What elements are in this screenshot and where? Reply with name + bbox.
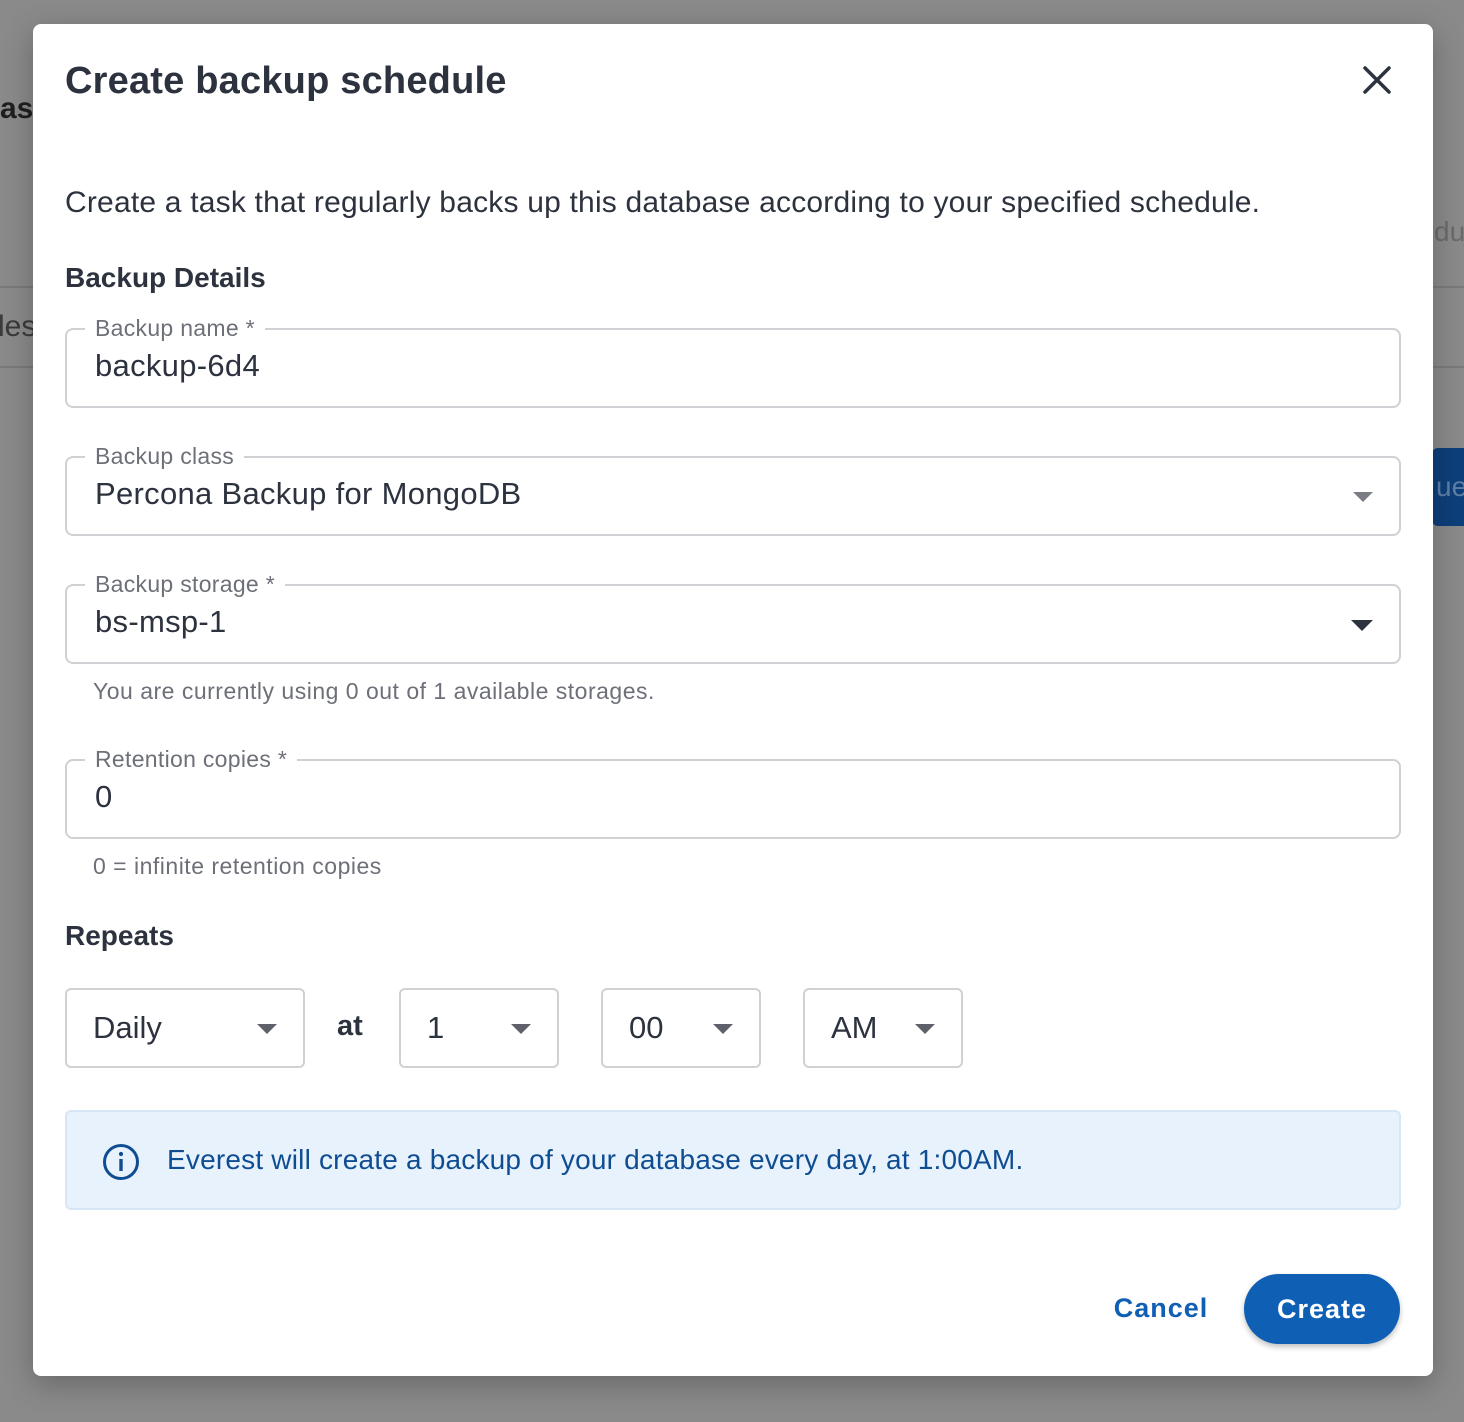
dialog-description: Create a task that regularly backs up th… <box>65 186 1261 219</box>
backup-storage-select[interactable]: Backup storage * bs-msp-1 <box>65 570 1401 664</box>
create-backup-schedule-dialog: Create backup schedule Create a task tha… <box>33 24 1433 1376</box>
frequency-value: Daily <box>93 1010 162 1045</box>
ampm-select[interactable]: AM <box>803 988 963 1068</box>
backup-class-select[interactable]: Backup class Percona Backup for MongoDB <box>65 442 1401 536</box>
chevron-down-icon <box>713 1024 733 1034</box>
backup-class-label: Backup class <box>85 442 245 470</box>
close-icon <box>1363 66 1391 94</box>
chevron-down-icon <box>915 1024 935 1034</box>
hour-select[interactable]: 1 <box>399 988 559 1068</box>
cancel-button[interactable]: Cancel <box>1097 1276 1225 1340</box>
chevron-down-icon <box>257 1024 277 1034</box>
retention-copies-helper-text: 0 = infinite retention copies <box>93 853 382 879</box>
retention-copies-field[interactable]: Retention copies * 0 <box>65 745 1401 839</box>
backup-name-value[interactable]: backup-6d4 <box>95 348 260 384</box>
backup-storage-label: Backup storage * <box>85 570 285 598</box>
retention-copies-label: Retention copies * <box>85 745 298 773</box>
backup-name-field[interactable]: Backup name * backup-6d4 <box>65 314 1401 408</box>
chevron-down-icon <box>1351 620 1373 631</box>
close-button[interactable] <box>1357 60 1397 100</box>
background-text-fragment: dul <box>1434 216 1464 247</box>
at-label: at <box>337 1010 363 1042</box>
background-heading-fragment: as <box>0 92 34 125</box>
frequency-select[interactable]: Daily <box>65 988 305 1068</box>
background-tab-fragment: les <box>0 310 37 343</box>
create-button[interactable]: Create <box>1244 1274 1400 1344</box>
ampm-value: AM <box>831 1010 878 1045</box>
info-icon <box>103 1144 139 1180</box>
retention-copies-value[interactable]: 0 <box>95 779 113 815</box>
info-message: Everest will create a backup of your dat… <box>167 1144 1024 1175</box>
dialog-title: Create backup schedule <box>65 60 507 102</box>
schedule-info-alert: Everest will create a backup of your dat… <box>65 1110 1401 1210</box>
chevron-down-icon <box>1353 492 1373 502</box>
section-heading-repeats: Repeats <box>65 920 174 951</box>
backup-class-value: Percona Backup for MongoDB <box>95 476 522 511</box>
minute-value: 00 <box>629 1010 664 1045</box>
background-button-fragment: ue <box>1432 448 1464 526</box>
minute-select[interactable]: 00 <box>601 988 761 1068</box>
section-heading-backup-details: Backup Details <box>65 262 266 293</box>
backup-storage-helper-text: You are currently using 0 out of 1 avail… <box>93 678 655 704</box>
chevron-down-icon <box>511 1024 531 1034</box>
hour-value: 1 <box>427 1010 445 1045</box>
backup-name-label: Backup name * <box>85 314 265 342</box>
backup-storage-value: bs-msp-1 <box>95 604 227 639</box>
